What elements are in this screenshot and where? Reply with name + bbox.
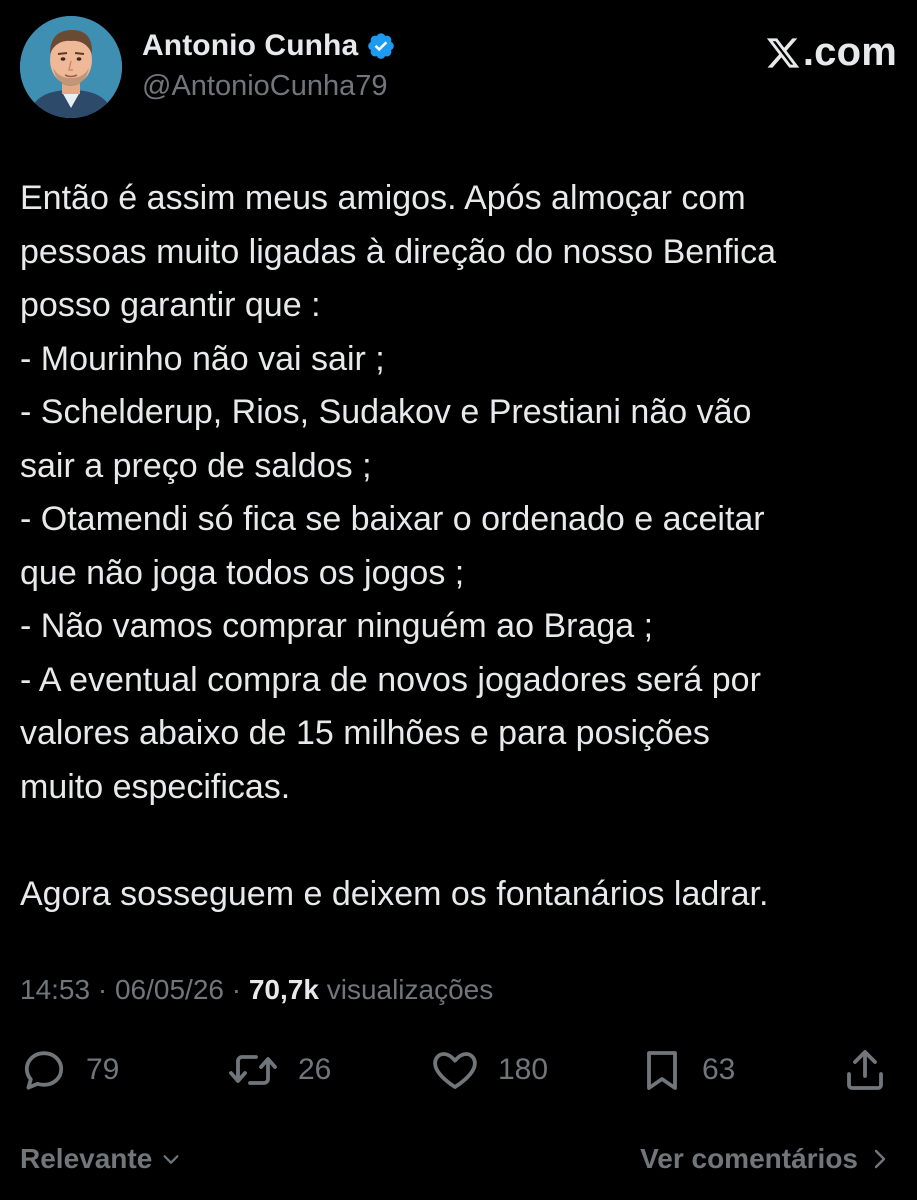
view-comments-link[interactable]: Ver comentários	[640, 1143, 890, 1175]
author-block: Antonio Cunha @AntonioCunha79	[142, 26, 396, 103]
name-row: Antonio Cunha	[142, 26, 396, 66]
share-button[interactable]	[842, 1046, 888, 1094]
meta-separator: ·	[90, 974, 115, 1005]
chevron-down-icon	[163, 1155, 179, 1164]
post-line: sair a preço de saldos ;	[20, 446, 372, 485]
post-line: posso garantir que :	[20, 286, 321, 324]
reply-count: 79	[86, 1053, 120, 1086]
reply-button[interactable]: 79	[20, 1046, 119, 1094]
post-line: Então é assim meus amigos. Após almoçar …	[20, 179, 746, 217]
chevron-right-icon	[874, 1149, 886, 1169]
bookmark-button[interactable]: 63	[640, 1046, 735, 1094]
bookmark-count: 63	[702, 1053, 736, 1086]
like-button[interactable]: 180	[430, 1046, 548, 1094]
avatar[interactable]	[20, 16, 122, 118]
post-line: que não joga todos os jogos ;	[20, 553, 465, 592]
bookmark-icon	[647, 1051, 677, 1090]
views-count: 70,7k	[248, 974, 319, 1005]
x-logo-icon	[766, 37, 800, 68]
repost-icon	[229, 1055, 277, 1085]
views-label: visualizações	[318, 974, 494, 1005]
post-line: - A eventual compra de novos jogadores s…	[20, 660, 761, 699]
action-bar: 79 26 180 63	[20, 1046, 890, 1096]
heart-icon	[433, 1052, 477, 1089]
like-count: 180	[498, 1053, 549, 1086]
share-icon	[847, 1050, 883, 1090]
post-line: pessoas muito ligadas à direção do nosso…	[20, 232, 777, 271]
avatar-illustration	[20, 16, 122, 118]
repost-count: 26	[298, 1053, 332, 1086]
post-line: - Otamendi só fica se baixar o ordenado …	[20, 500, 765, 538]
post-line: muito especificas.	[20, 767, 291, 806]
sort-label: Relevante	[20, 1143, 153, 1174]
site-suffix: .com	[802, 30, 897, 74]
reply-icon	[24, 1051, 64, 1090]
meta-separator: ·	[223, 974, 249, 1005]
post-line: - Não vamos comprar ninguém ao Braga ;	[20, 607, 654, 645]
sort-replies-dropdown[interactable]: Relevante	[20, 1143, 182, 1175]
post-time[interactable]: 14:53	[20, 974, 90, 1005]
post-header: Antonio Cunha @AntonioCunha79 .com	[20, 14, 897, 118]
author-display-name[interactable]: Antonio Cunha	[142, 29, 358, 63]
post-text: Então é assim meus amigos. Após almoçar …	[20, 172, 900, 921]
post-line: valores abaixo de 15 milhões e para posi…	[20, 714, 710, 752]
post-line-blank	[20, 814, 900, 868]
post-line: - Mourinho não vai sair ;	[20, 339, 385, 378]
site-watermark: .com	[765, 30, 897, 75]
post-date[interactable]: 06/05/26	[115, 974, 224, 1005]
verified-badge-icon[interactable]	[366, 31, 396, 61]
post-line: Agora sosseguem e deixem os fontanários …	[20, 874, 769, 913]
post-meta: 14:53 · 06/05/26 · 70,7k visualizações	[20, 974, 493, 1006]
replies-footer: Relevante Ver comentários	[20, 1143, 890, 1187]
repost-button[interactable]: 26	[226, 1046, 331, 1094]
view-comments-label: Ver comentários	[640, 1143, 858, 1174]
post-line: - Schelderup, Rios, Sudakov e Prestiani …	[20, 393, 752, 431]
author-handle[interactable]: @AntonioCunha79	[142, 70, 396, 103]
